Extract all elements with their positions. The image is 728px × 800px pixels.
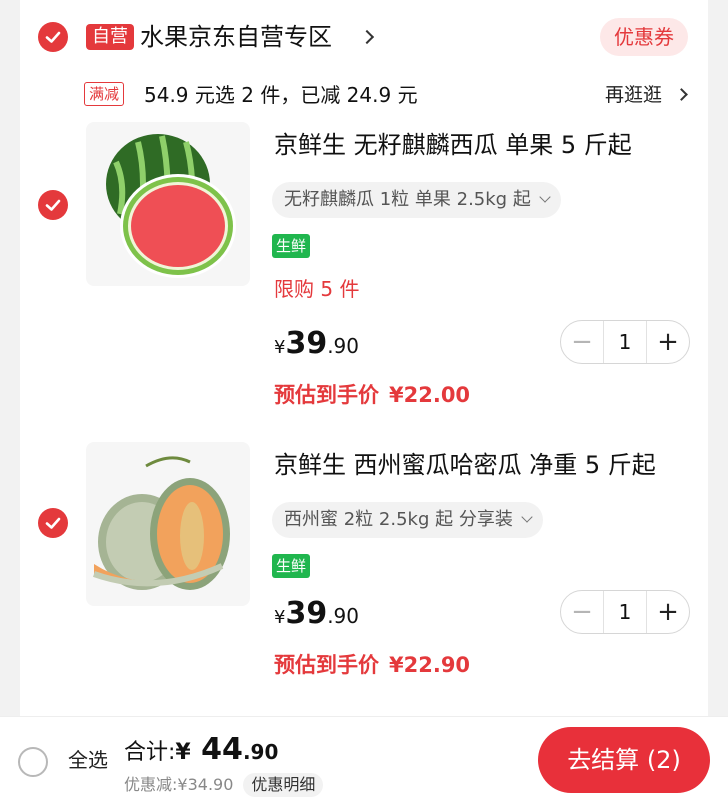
sku-label: 西州蜜 2粒 2.5kg 起 分享装 — [284, 509, 513, 530]
coupon-button[interactable]: 优惠券 — [600, 18, 688, 56]
checkmark-icon — [45, 517, 61, 529]
decrease-button[interactable]: − — [561, 591, 603, 633]
product-price: ¥39.90 — [274, 596, 359, 631]
promo-text: 54.9 元选 2 件，已减 24.9 元 — [144, 83, 418, 107]
chevron-down-icon — [539, 191, 551, 203]
promo-tag: 满减 — [84, 82, 125, 106]
sku-label: 无籽麒麟瓜 1粒 单果 2.5kg 起 — [284, 189, 531, 210]
currency-symbol: ¥ — [175, 740, 191, 765]
product-title[interactable]: 京鲜生 无籽麒麟西瓜 单果 5 斤起 — [274, 128, 632, 162]
checkmark-icon — [45, 31, 61, 43]
promo-more-link[interactable]: 再逛逛 — [605, 80, 662, 110]
estimated-price: 预估到手价 ¥22.90 — [274, 650, 470, 680]
price-decimal: .90 — [327, 604, 360, 628]
purchase-limit: 限购 5 件 — [274, 277, 360, 301]
fresh-tag: 生鲜 — [272, 234, 311, 258]
store-checkbox[interactable] — [38, 22, 68, 52]
store-header: 自营 水果京东自营专区 优惠券 — [20, 0, 708, 74]
price-decimal: .90 — [327, 334, 360, 358]
checkout-button[interactable]: 去结算 (2) — [538, 727, 710, 793]
currency-symbol: ¥ — [274, 337, 286, 358]
product-price: ¥39.90 — [274, 326, 359, 361]
product-title[interactable]: 京鲜生 西州蜜瓜哈密瓜 净重 5 斤起 — [274, 448, 656, 482]
total-price: 合计:¥ 44.90 — [124, 733, 278, 770]
increase-button[interactable]: + — [647, 591, 689, 633]
increase-button[interactable]: + — [647, 321, 689, 363]
price-integer: 39 — [285, 326, 328, 361]
estimated-price-value: ¥22.00 — [389, 383, 471, 407]
select-all-label[interactable]: 全选 — [68, 745, 108, 775]
cart-item: 京鲜生 西州蜜瓜哈密瓜 净重 5 斤起 西州蜜 2粒 2.5kg 起 分享装 生… — [20, 440, 708, 690]
product-image[interactable] — [86, 442, 250, 606]
cart-item: 京鲜生 无籽麒麟西瓜 单果 5 斤起 无籽麒麟瓜 1粒 单果 2.5kg 起 生… — [20, 120, 708, 420]
fresh-tag: 生鲜 — [272, 554, 311, 578]
item-checkbox[interactable] — [38, 508, 68, 538]
item-checkbox[interactable] — [38, 190, 68, 220]
total-integer: 44 — [190, 732, 243, 767]
discount-value: ¥34.90 — [177, 775, 234, 794]
product-image[interactable] — [86, 122, 250, 286]
quantity-stepper: − 1 + — [560, 320, 690, 364]
cart-store-card: 自营 水果京东自营专区 优惠券 满减 54.9 元选 2 件，已减 24.9 元… — [20, 0, 708, 716]
total-decimal: .90 — [242, 740, 279, 764]
sku-selector[interactable]: 西州蜜 2粒 2.5kg 起 分享装 — [272, 502, 543, 538]
currency-symbol: ¥ — [274, 607, 286, 628]
watermelon-image — [106, 134, 236, 278]
discount-label: 优惠减: — [124, 775, 178, 794]
estimated-price-label: 预估到手价 — [274, 383, 379, 407]
price-integer: 39 — [285, 596, 328, 631]
sku-selector[interactable]: 无籽麒麟瓜 1粒 单果 2.5kg 起 — [272, 182, 561, 218]
self-operated-badge: 自营 — [86, 24, 134, 50]
estimated-price-value: ¥22.90 — [389, 653, 471, 677]
quantity-input[interactable]: 1 — [603, 591, 647, 633]
store-name[interactable]: 水果京东自营专区 — [140, 20, 332, 54]
estimated-price-label: 预估到手价 — [274, 653, 379, 677]
select-all-checkbox[interactable] — [18, 747, 48, 777]
discount-detail-button[interactable]: 优惠明细 — [243, 773, 324, 797]
checkmark-icon — [45, 199, 61, 211]
estimated-price: 预估到手价 ¥22.00 — [274, 380, 470, 410]
decrease-button[interactable]: − — [561, 321, 603, 363]
quantity-stepper: − 1 + — [560, 590, 690, 634]
chevron-right-icon[interactable] — [675, 88, 688, 101]
total-label: 合计: — [124, 740, 176, 765]
quantity-input[interactable]: 1 — [603, 321, 647, 363]
chevron-down-icon — [521, 511, 533, 523]
chevron-right-icon[interactable] — [359, 29, 375, 45]
checkout-bar: 全选 合计:¥ 44.90 优惠减:¥34.90 优惠明细 去结算 (2) — [0, 716, 728, 800]
discount-summary: 优惠减:¥34.90 优惠明细 — [124, 773, 324, 797]
cantaloupe-image — [92, 456, 230, 590]
